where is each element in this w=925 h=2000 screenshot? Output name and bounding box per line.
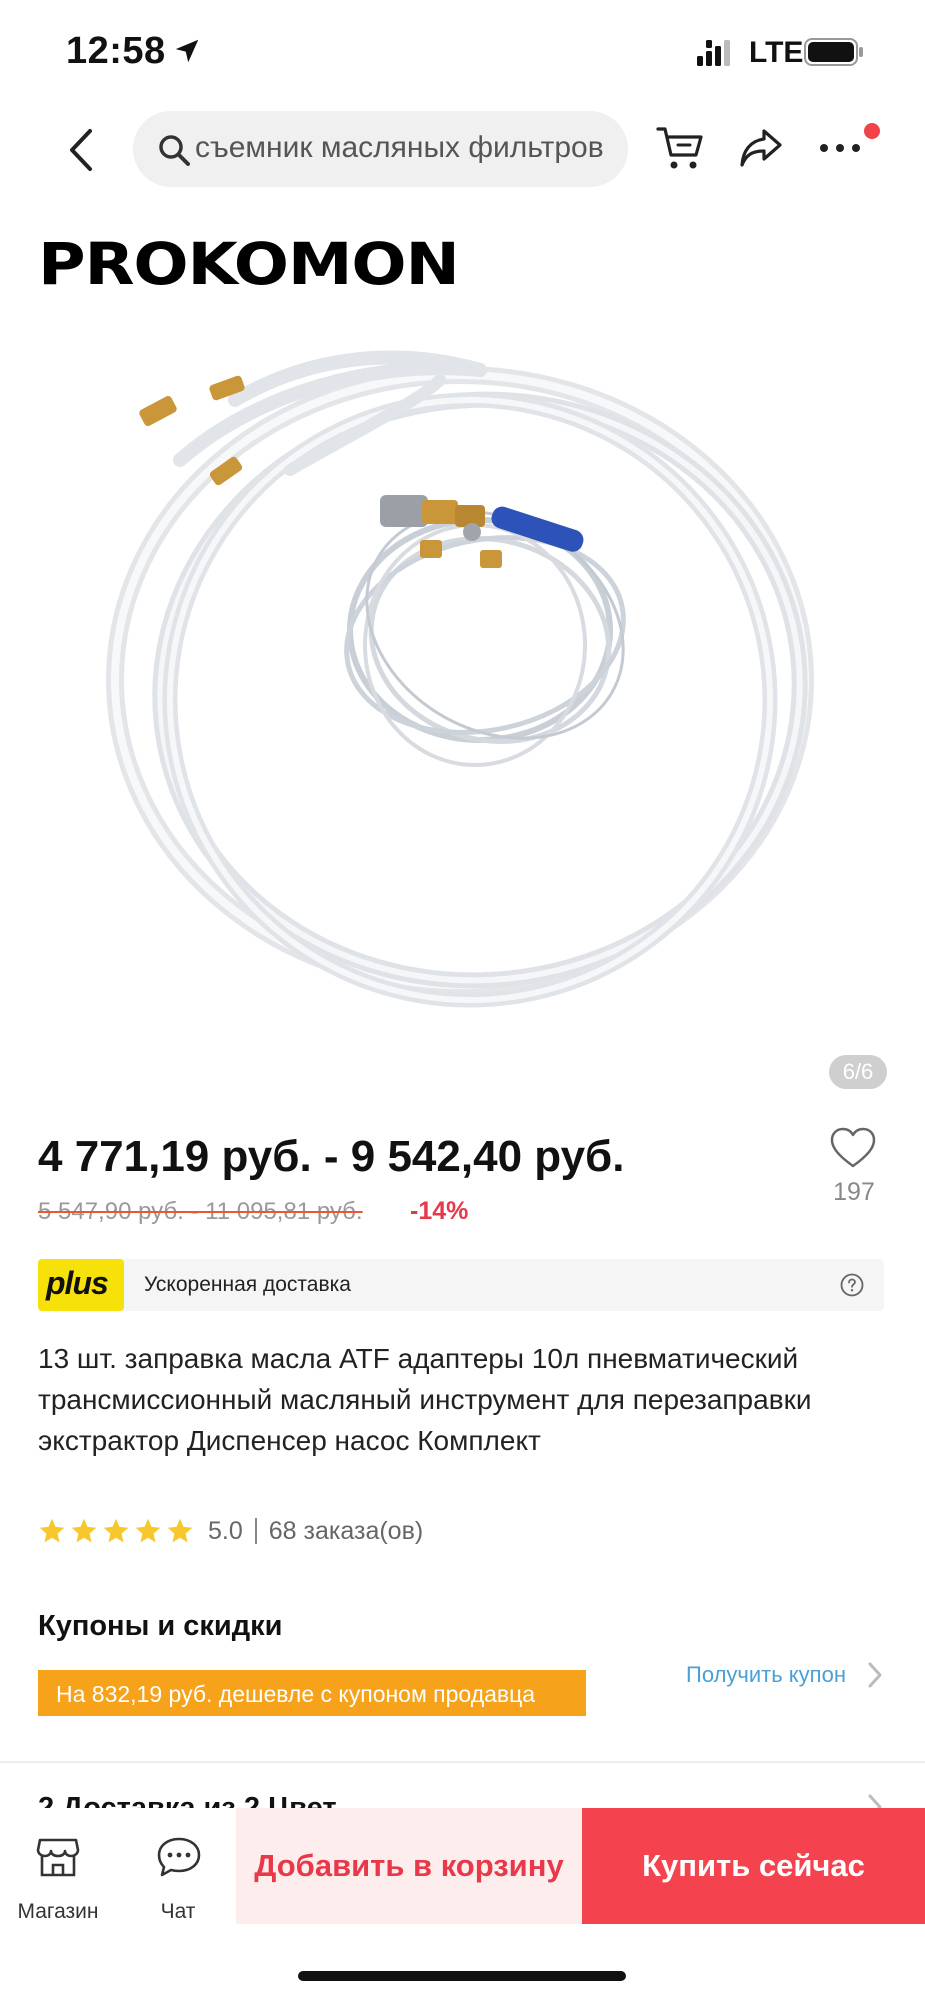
coupons-title: Купоны и скидки xyxy=(38,1610,283,1642)
section-divider xyxy=(0,1761,925,1763)
store-label: Магазин xyxy=(17,1900,99,1923)
price-range: 4 771,19 руб. - 9 542,40 руб. xyxy=(38,1132,625,1181)
brand-logo: PROKOMON xyxy=(38,230,460,298)
back-icon[interactable] xyxy=(64,127,100,173)
help-icon[interactable] xyxy=(840,1273,864,1297)
cellular-signal-icon xyxy=(697,40,730,66)
chat-button[interactable]: Чат xyxy=(128,1828,228,1928)
star-icon xyxy=(39,1518,65,1543)
cart-icon[interactable] xyxy=(656,125,704,171)
star-icon xyxy=(167,1518,193,1543)
plus-delivery-banner[interactable]: plus Ускоренная доставка xyxy=(38,1259,884,1311)
coupon-text: На 832,19 руб. дешевле с купоном продавц… xyxy=(56,1681,536,1707)
nav-bar: съемник масляных фильтров xyxy=(0,105,925,195)
search-input[interactable]: съемник масляных фильтров xyxy=(133,111,628,187)
coupon-strip[interactable]: На 832,19 руб. дешевле с купоном продавц… xyxy=(38,1670,586,1716)
star-icon xyxy=(103,1518,129,1543)
old-price: 5 547,90 руб. - 11 095,81 руб. xyxy=(38,1198,363,1225)
network-type: LTE xyxy=(749,36,804,69)
share-icon[interactable] xyxy=(738,125,784,169)
plus-delivery-text: Ускоренная доставка xyxy=(144,1273,351,1296)
rating-divider xyxy=(254,1518,257,1544)
rating-value: 5.0 xyxy=(208,1516,243,1545)
buy-now-button[interactable]: Купить сейчас xyxy=(582,1808,925,1924)
more-icon[interactable] xyxy=(818,141,862,155)
notification-dot xyxy=(864,123,880,139)
chevron-right-icon[interactable] xyxy=(866,1660,884,1690)
bottom-action-bar: Магазин Чат Добавить в корзину Купить се… xyxy=(0,1808,925,2000)
plus-badge: plus xyxy=(38,1259,124,1311)
plus-badge-text: plus xyxy=(46,1265,109,1301)
search-icon xyxy=(159,135,190,166)
store-button[interactable]: Магазин xyxy=(8,1828,108,1928)
heart-icon[interactable] xyxy=(829,1126,877,1170)
wishlist-count: 197 xyxy=(833,1178,875,1206)
product-image[interactable] xyxy=(60,310,860,1030)
home-indicator[interactable] xyxy=(298,1971,626,1981)
star-icon xyxy=(135,1518,161,1543)
location-arrow-icon xyxy=(175,39,199,63)
chat-label: Чат xyxy=(160,1900,196,1923)
search-query: съемник масляных фильтров xyxy=(195,131,604,164)
image-counter: 6/6 xyxy=(829,1055,887,1089)
store-icon xyxy=(36,1838,80,1877)
get-coupon-link[interactable]: Получить купон xyxy=(686,1662,846,1688)
status-bar: 12:58 LTE xyxy=(0,0,925,100)
chat-icon xyxy=(157,1837,201,1877)
product-title: 13 шт. заправка масла ATF адаптеры 10л п… xyxy=(38,1343,812,1456)
battery-icon xyxy=(804,38,863,66)
discount-badge: -14% xyxy=(410,1197,469,1225)
status-time: 12:58 xyxy=(66,30,166,72)
orders-count: 68 заказа(ов) xyxy=(268,1516,424,1545)
rating-stars xyxy=(38,1517,194,1545)
star-icon xyxy=(71,1518,97,1543)
rating-row: 5.0 68 заказа(ов) xyxy=(38,1514,423,1548)
add-to-cart-button[interactable]: Добавить в корзину xyxy=(236,1808,582,1924)
